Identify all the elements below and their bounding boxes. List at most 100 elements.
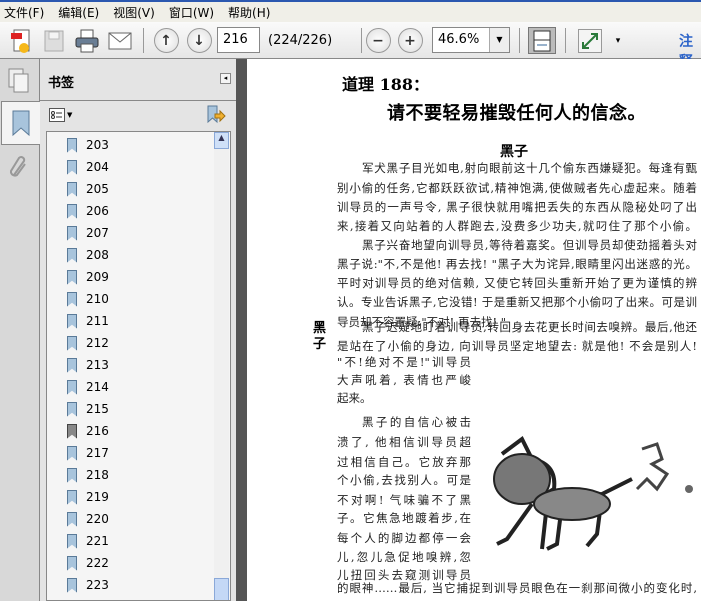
bookmark-item[interactable]: 212 bbox=[67, 333, 109, 353]
bookmark-icon bbox=[67, 181, 77, 197]
bookmark-item[interactable]: 221 bbox=[67, 531, 109, 551]
bookmark-item[interactable]: 215 bbox=[67, 399, 109, 419]
lesson-heading: 道理 188： bbox=[342, 75, 429, 94]
bookmark-label: 213 bbox=[86, 358, 109, 372]
create-pdf-icon bbox=[11, 29, 30, 53]
bookmark-label: 221 bbox=[86, 534, 109, 548]
full-screen-button[interactable] bbox=[576, 27, 604, 54]
menu-view[interactable]: 视图(V) bbox=[113, 4, 155, 21]
bookmark-label: 210 bbox=[86, 292, 109, 306]
side-label: 黑子 bbox=[313, 321, 327, 352]
bookmark-item[interactable]: 207 bbox=[67, 223, 109, 243]
email-button[interactable] bbox=[107, 27, 133, 54]
bookmark-item[interactable]: 219 bbox=[67, 487, 109, 507]
toolbar-options-button[interactable]: ▾ bbox=[611, 27, 625, 54]
zoom-value: 46.6% bbox=[438, 32, 480, 47]
bookmark-label: 211 bbox=[86, 314, 109, 328]
bookmark-label: 214 bbox=[86, 380, 109, 394]
body-line: 黑子的自信心被击 bbox=[362, 415, 471, 429]
bookmark-label: 222 bbox=[86, 556, 109, 570]
bookmark-label: 212 bbox=[86, 336, 109, 350]
create-pdf-button[interactable] bbox=[8, 27, 34, 54]
body-line: 黑子兴奋地望向训导员,等待着嘉奖。但训导员却使劲摇着头对 bbox=[362, 238, 697, 252]
expand-bookmark-button[interactable] bbox=[206, 105, 226, 128]
chevron-down-icon[interactable]: ▼ bbox=[489, 28, 509, 52]
pages-tab[interactable] bbox=[6, 67, 32, 98]
expand-icon bbox=[578, 28, 602, 53]
page-number-input[interactable]: 216 bbox=[217, 27, 260, 53]
bookmark-icon bbox=[67, 247, 77, 263]
bookmark-icon bbox=[67, 445, 77, 461]
menu-bar: 文件(F) 编辑(E) 视图(V) 窗口(W) 帮助(H) bbox=[0, 0, 701, 22]
bookmark-item[interactable]: 214 bbox=[67, 377, 109, 397]
menu-help[interactable]: 帮助(H) bbox=[228, 4, 270, 21]
panel-header: 书签 ◂ bbox=[40, 59, 236, 101]
collapse-panel-button[interactable]: ◂ bbox=[220, 73, 231, 84]
bookmark-icon bbox=[67, 335, 77, 351]
bookmark-item[interactable]: 217 bbox=[67, 443, 109, 463]
story-title: 黑子 bbox=[500, 144, 528, 160]
body-line: 每个人的脚边都停一会 bbox=[337, 531, 471, 545]
menu-edit[interactable]: 编辑(E) bbox=[58, 4, 99, 21]
separator bbox=[361, 28, 362, 53]
scroll-up-button[interactable]: ▲ bbox=[214, 132, 229, 149]
scroll-thumb[interactable] bbox=[214, 578, 229, 600]
scrollbar[interactable]: ▲ bbox=[214, 132, 229, 600]
save-icon bbox=[44, 30, 64, 51]
attachments-tab[interactable] bbox=[8, 155, 30, 184]
envelope-icon bbox=[108, 32, 132, 49]
menu-window[interactable]: 窗口(W) bbox=[169, 4, 214, 21]
bookmark-item[interactable]: 213 bbox=[67, 355, 109, 375]
pages-icon bbox=[8, 68, 29, 93]
zoom-out-button[interactable]: − bbox=[365, 27, 391, 54]
body-line: 军犬黑子目光如电,射向眼前这十几个偷东西嫌疑犯。每逢有甄 bbox=[362, 161, 697, 175]
zoom-in-button[interactable]: + bbox=[397, 27, 423, 54]
bookmark-item[interactable]: 222 bbox=[67, 553, 109, 573]
bookmark-item[interactable]: 211 bbox=[67, 311, 109, 331]
zoom-select[interactable]: 46.6% ▼ bbox=[432, 27, 510, 53]
bookmark-label: 223 bbox=[86, 578, 109, 592]
bookmark-icon bbox=[67, 291, 77, 307]
bookmark-item[interactable]: 210 bbox=[67, 289, 109, 309]
save-button[interactable] bbox=[42, 27, 66, 54]
bookmark-icon bbox=[67, 577, 77, 593]
bookmark-item[interactable]: 216 bbox=[67, 421, 109, 441]
menu-file[interactable]: 文件(F) bbox=[4, 4, 44, 21]
bookmark-label: 218 bbox=[86, 468, 109, 482]
bookmark-item[interactable]: 206 bbox=[67, 201, 109, 221]
bookmark-icon bbox=[67, 533, 77, 549]
bookmark-icon bbox=[67, 269, 77, 285]
bookmark-item[interactable]: 203 bbox=[67, 135, 109, 155]
bookmark-label: 205 bbox=[86, 182, 109, 196]
panel-splitter[interactable] bbox=[236, 59, 247, 601]
chevron-down-icon: ▾ bbox=[615, 35, 621, 46]
fit-page-icon bbox=[533, 30, 551, 51]
navigation-tabs bbox=[0, 59, 41, 601]
bookmark-label: 207 bbox=[86, 226, 109, 240]
bookmark-item[interactable]: 218 bbox=[67, 465, 109, 485]
bookmark-icon bbox=[67, 423, 77, 439]
lesson-subheading: 请不要轻易摧毁任何人的信念。 bbox=[387, 103, 646, 124]
previous-page-button[interactable]: ↑ bbox=[153, 27, 179, 54]
print-button[interactable] bbox=[74, 27, 100, 54]
panel-title: 书签 bbox=[48, 76, 75, 91]
bookmark-item[interactable]: 208 bbox=[67, 245, 109, 265]
bookmark-item[interactable]: 209 bbox=[67, 267, 109, 287]
separator bbox=[519, 28, 520, 53]
bookmark-item[interactable]: 220 bbox=[67, 509, 109, 529]
bookmark-item-partial[interactable] bbox=[67, 597, 86, 600]
options-menu-button[interactable]: ▼ bbox=[49, 108, 72, 122]
bookmark-item[interactable]: 223 bbox=[67, 575, 109, 595]
bookmarks-tab[interactable] bbox=[1, 101, 41, 145]
next-page-button[interactable]: ↓ bbox=[186, 27, 212, 54]
bookmark-item[interactable]: 204 bbox=[67, 157, 109, 177]
bookmark-label: 203 bbox=[86, 138, 109, 152]
bookmark-item[interactable]: 205 bbox=[67, 179, 109, 199]
bookmark-icon bbox=[67, 511, 77, 527]
fit-page-button[interactable] bbox=[528, 27, 556, 54]
body-line: 过相信自己。它放弃那 bbox=[337, 455, 471, 469]
bookmark-icon bbox=[67, 401, 77, 417]
body-line: "不!绝对不是!"训导员 bbox=[337, 355, 471, 369]
separator bbox=[565, 28, 566, 53]
bookmark-list: 203 204 205 206 207 208 209 210 211 212 213 214 215 2… bbox=[46, 131, 231, 601]
